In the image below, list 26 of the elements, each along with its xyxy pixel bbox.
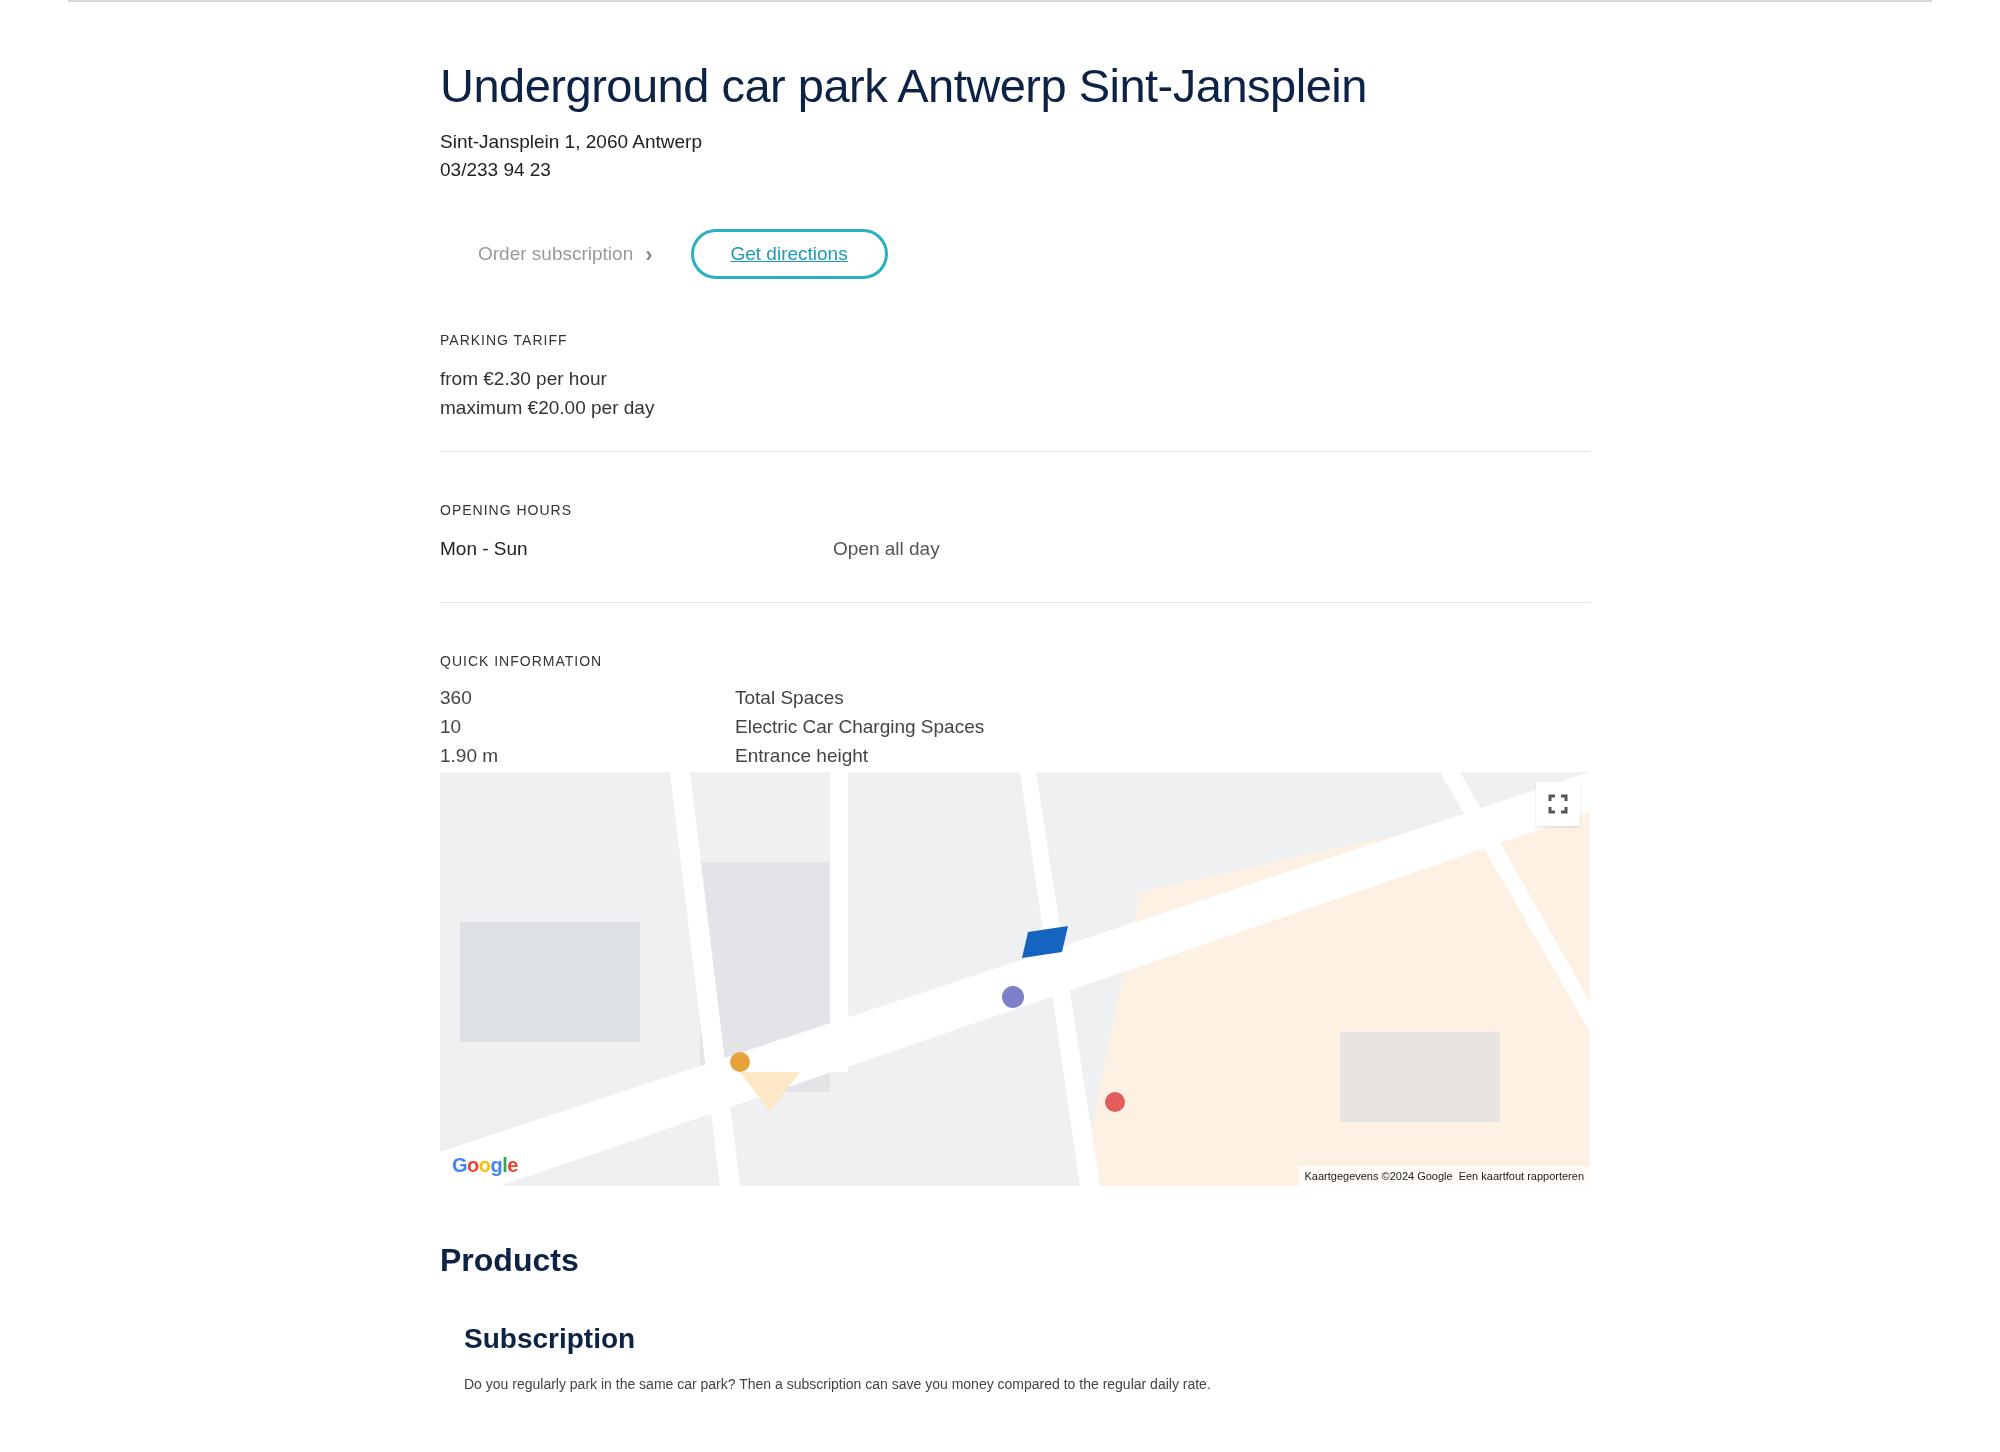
order-subscription-link[interactable]: Order subscription › (478, 237, 653, 271)
tariff-text: maximum €20.00 per day (440, 396, 656, 420)
section-title: Products (440, 1241, 580, 1280)
report-map-error-link[interactable]: Een kaartfout rapporteren (1458, 1167, 1584, 1184)
section-heading: QUICK INFORMATION (440, 652, 604, 671)
fullscreen-icon (1548, 794, 1568, 814)
days-label: Mon - Sun (440, 537, 529, 561)
product-title: Subscription (464, 1322, 637, 1356)
info-value: 10 (440, 715, 463, 739)
page-title: Underground car park Antwerp Sint-Jansplein (440, 58, 1368, 114)
info-label: Electric Car Charging Spaces (735, 715, 985, 739)
info-value: 360 (440, 686, 473, 710)
product-description: Do you regularly park in the same car park? Then a subscription can save you money compared to the regular daily rate. (464, 1375, 1212, 1394)
tariff-text: from €2.30 per hour (440, 367, 608, 391)
map-attribution: Kaartgegevens ©2024 Google (1304, 1168, 1453, 1184)
google-logo: Google (452, 1153, 518, 1178)
info-label: Entrance height (735, 744, 869, 768)
hours-value: Open all day (833, 537, 940, 561)
section-heading: PARKING TARIFF (440, 331, 569, 350)
directions-button[interactable]: Get directions (690, 229, 888, 279)
fullscreen-button[interactable] (1536, 782, 1580, 826)
section-heading: OPENING HOURS (440, 501, 573, 520)
phone-number: 03/233 94 23 (440, 158, 552, 182)
address: Sint-Jansplein 1, 2060 Antwerp (440, 130, 703, 154)
info-label: Total Spaces (735, 686, 844, 710)
info-value: 1.90 m (440, 744, 500, 768)
